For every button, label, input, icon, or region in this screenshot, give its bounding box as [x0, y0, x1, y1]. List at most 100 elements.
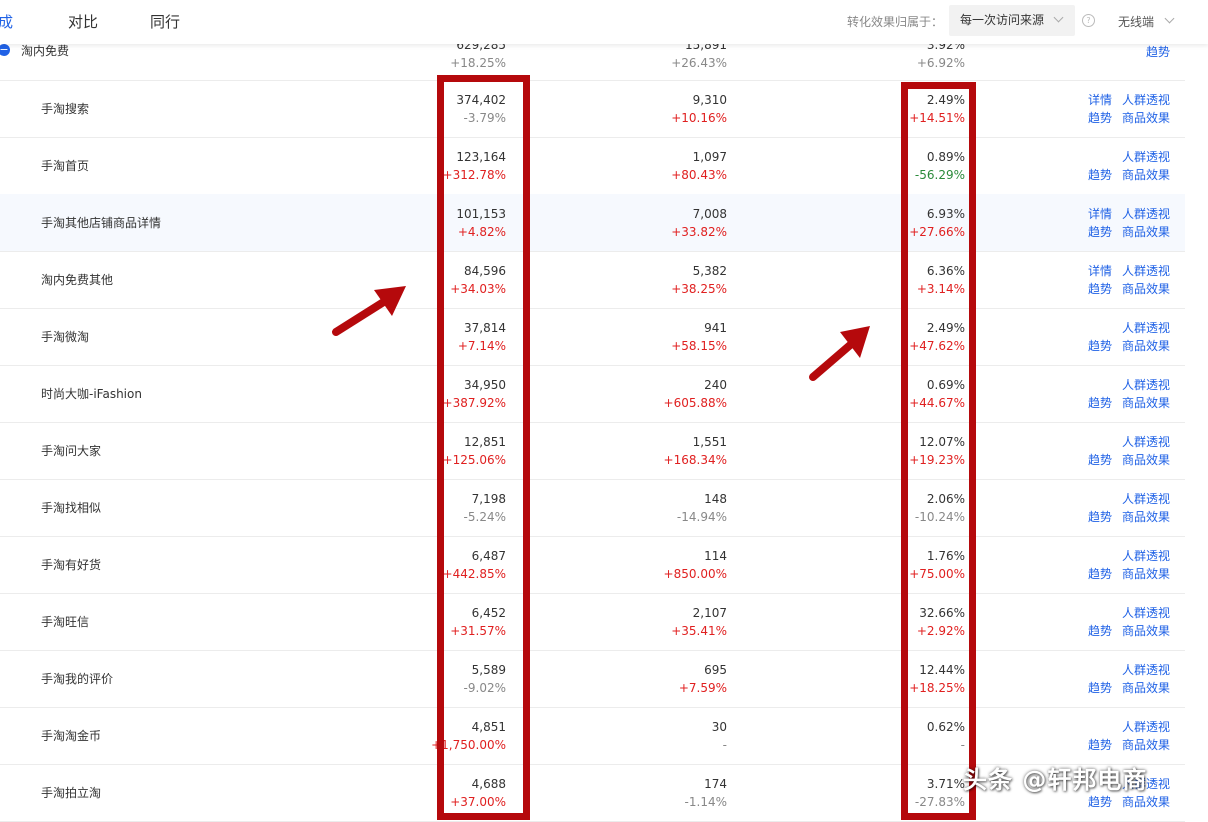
cell-conversion: 0.69% +44.67% [909, 376, 965, 412]
group-name: 淘内免费 [21, 44, 70, 58]
table-row: 淘内免费其他 84,596 +34.03% 5,382 +38.25% 6.36% +3.1… [0, 251, 1185, 309]
value: 5,589 [471, 663, 506, 677]
attribution-selected: 每一次访问来源 [960, 13, 1045, 27]
table-row: 手淘找相似 7,198 -5.24% 148 -14.94% 2.06% -10.24% 人群… [0, 479, 1185, 537]
source-name: 手淘旺信 [41, 615, 90, 629]
cell-conversion: 2.06% -10.24% [915, 490, 965, 526]
crowd-link[interactable]: 人群透视 [1122, 319, 1170, 336]
cell-visitors: 34,950 +387.92% [443, 376, 506, 412]
crowd-link[interactable]: 人群透视 [1122, 91, 1170, 108]
change: - [960, 738, 965, 752]
goods-effect-link[interactable]: 商品效果 [1122, 223, 1170, 240]
trend-link[interactable]: 趋势 [1088, 622, 1112, 639]
source-name: 淘内免费其他 [41, 273, 114, 287]
change: +387.92% [442, 396, 506, 410]
tab-composition[interactable]: 成 [0, 11, 13, 32]
cell-buyers: 5,382 +38.25% [671, 262, 727, 298]
goods-effect-link[interactable]: 商品效果 [1122, 451, 1170, 468]
tab-peers[interactable]: 同行 [150, 11, 180, 32]
detail-link[interactable]: 详情 [1088, 262, 1112, 279]
cell-conversion: 2.49% +14.51% [909, 91, 965, 127]
source-name: 手淘有好货 [41, 558, 102, 572]
value: 32.66% [919, 606, 965, 620]
crowd-link[interactable]: 人群透视 [1122, 718, 1170, 735]
goods-effect-link[interactable]: 商品效果 [1122, 394, 1170, 411]
crowd-link[interactable]: 人群透视 [1122, 547, 1170, 564]
detail-link[interactable]: 详情 [1088, 205, 1112, 222]
change: +18.25% [909, 681, 965, 695]
change: +26.43% [671, 56, 727, 70]
chevron-down-icon [1164, 13, 1175, 24]
value: 30 [711, 720, 727, 734]
value: 12,851 [464, 435, 506, 449]
crowd-link[interactable]: 人群透视 [1122, 661, 1170, 678]
change: -56.29% [914, 168, 965, 182]
value: 6.93% [926, 207, 965, 221]
change: -5.24% [463, 510, 506, 524]
crowd-link[interactable]: 人群透视 [1122, 604, 1170, 621]
cell-visitors: 4,851 +1,750.00% [431, 718, 506, 754]
help-icon[interactable]: ? [1082, 14, 1095, 27]
table-row: 手淘微淘 37,814 +7.14% 941 +58.15% 2.49% +47.62% 人群… [0, 308, 1185, 366]
goods-effect-link[interactable]: 商品效果 [1122, 508, 1170, 525]
trend-link[interactable]: 趋势 [1088, 109, 1112, 126]
source-name: 手淘我的评价 [41, 672, 114, 686]
change: +605.88% [663, 396, 727, 410]
cell-buyers: 1,097 +80.43% [671, 148, 727, 184]
cell-visitors: 123,164 +312.78% [443, 148, 506, 184]
crowd-link[interactable]: 人群透视 [1122, 376, 1170, 393]
source-name: 手淘淘金币 [41, 729, 102, 743]
goods-effect-link[interactable]: 商品效果 [1122, 337, 1170, 354]
goods-effect-link[interactable]: 商品效果 [1122, 109, 1170, 126]
cell-buyers: 941 +58.15% [671, 319, 727, 355]
value: 374,402 [456, 93, 506, 107]
change: +7.14% [457, 339, 506, 353]
change: -3.79% [463, 111, 506, 125]
value: 240 [704, 378, 727, 392]
goods-effect-link[interactable]: 商品效果 [1122, 622, 1170, 639]
table-row: 手淘有好货 6,487 +442.85% 114 +850.00% 1.76% +75.00… [0, 536, 1185, 594]
device-select[interactable]: 无线端 [1118, 13, 1175, 30]
trend-link[interactable]: 趋势 [1088, 223, 1112, 240]
trend-link[interactable]: 趋势 [1088, 280, 1112, 297]
goods-effect-link[interactable]: 商品效果 [1122, 736, 1170, 753]
trend-link[interactable]: 趋势 [1088, 166, 1112, 183]
value: 84,596 [464, 264, 506, 278]
change: -14.94% [676, 510, 727, 524]
collapse-icon[interactable]: − [0, 44, 10, 56]
goods-effect-link[interactable]: 商品效果 [1122, 679, 1170, 696]
goods-effect-link[interactable]: 商品效果 [1122, 793, 1170, 810]
trend-link[interactable]: 趋势 [1088, 736, 1112, 753]
trend-link[interactable]: 趋势 [1088, 793, 1112, 810]
change: -10.24% [914, 510, 965, 524]
change: +442.85% [442, 567, 506, 581]
trend-link[interactable]: 趋势 [1088, 679, 1112, 696]
trend-link[interactable]: 趋势 [1146, 43, 1170, 60]
detail-link[interactable]: 详情 [1088, 91, 1112, 108]
goods-effect-link[interactable]: 商品效果 [1122, 565, 1170, 582]
trend-link[interactable]: 趋势 [1088, 451, 1112, 468]
cell-conversion: 6.36% +3.14% [917, 262, 965, 298]
goods-effect-link[interactable]: 商品效果 [1122, 166, 1170, 183]
change: +7.59% [678, 681, 727, 695]
value: 4,851 [471, 720, 506, 734]
crowd-link[interactable]: 人群透视 [1122, 262, 1170, 279]
trend-link[interactable]: 趋势 [1088, 508, 1112, 525]
cell-conversion: 0.89% -56.29% [915, 148, 965, 184]
crowd-link[interactable]: 人群透视 [1122, 205, 1170, 222]
tab-compare[interactable]: 对比 [68, 11, 98, 32]
attribution-select[interactable]: 每一次访问来源 [949, 5, 1075, 36]
watermark: 头条 @轩邦电商 [963, 766, 1148, 794]
cell-buyers: 240 +605.88% [664, 376, 727, 412]
crowd-link[interactable]: 人群透视 [1122, 490, 1170, 507]
cell-conversion: 12.44% +18.25% [909, 661, 965, 697]
crowd-link[interactable]: 人群透视 [1122, 433, 1170, 450]
trend-link[interactable]: 趋势 [1088, 337, 1112, 354]
trend-link[interactable]: 趋势 [1088, 394, 1112, 411]
cell-buyers: 114 +850.00% [664, 547, 727, 583]
trend-link[interactable]: 趋势 [1088, 565, 1112, 582]
goods-effect-link[interactable]: 商品效果 [1122, 280, 1170, 297]
value: 695 [704, 663, 727, 677]
crowd-link[interactable]: 人群透视 [1122, 148, 1170, 165]
arrow-icon [332, 286, 406, 336]
